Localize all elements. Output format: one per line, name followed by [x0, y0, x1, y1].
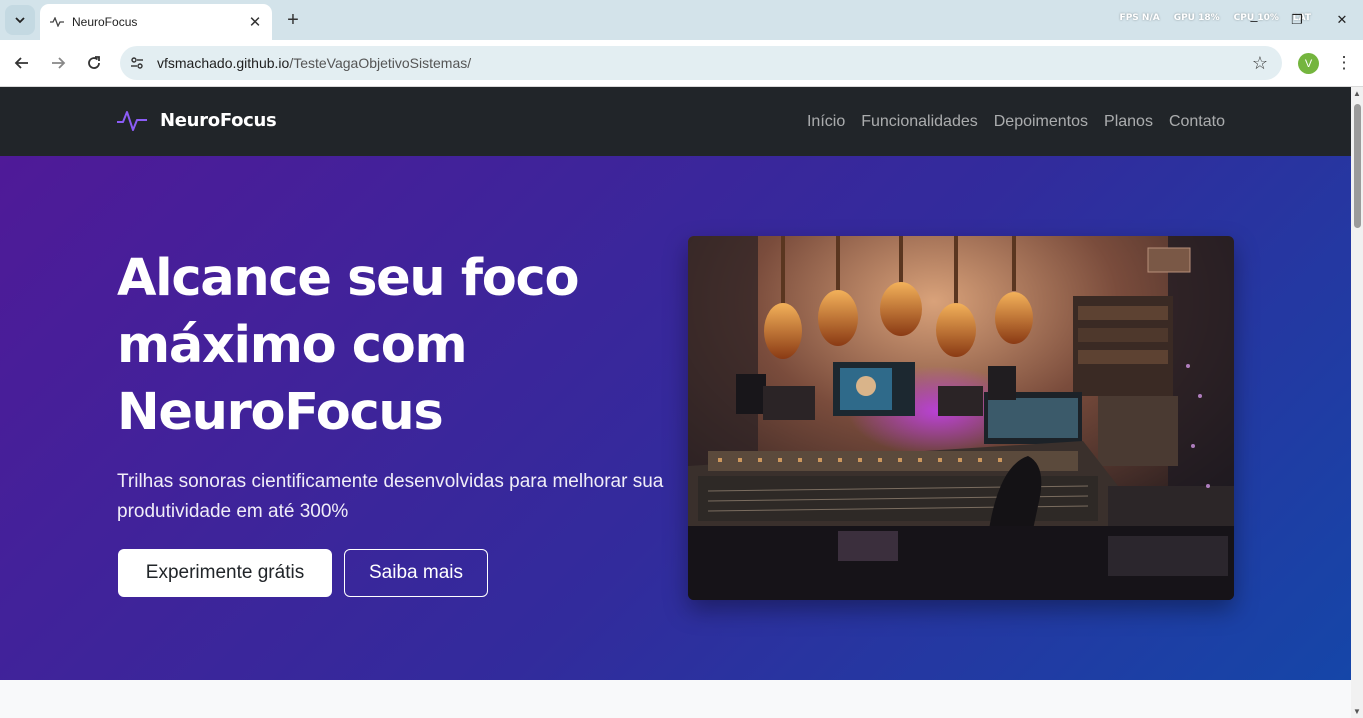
tab-title: NeuroFocus — [72, 15, 138, 29]
arrow-left-icon — [14, 57, 28, 69]
back-button[interactable] — [9, 50, 35, 76]
chevron-down-icon — [15, 17, 25, 24]
new-tab-button[interactable]: + — [280, 6, 306, 34]
nav-menu: Início Funcionalidades Depoimentos Plano… — [807, 113, 1225, 131]
site-info-icon[interactable] — [122, 48, 152, 78]
minimize-icon[interactable]: – — [1244, 10, 1264, 30]
page-scrollbar[interactable]: ▲ ▼ — [1351, 87, 1363, 718]
browser-menu-icon[interactable]: ⋮ — [1334, 52, 1354, 74]
url-path: /TesteVagaObjetivoSistemas/ — [289, 55, 472, 71]
browser-toolbar: vfsmachado.github.io/TesteVagaObjetivoSi… — [0, 40, 1363, 87]
nav-link-depoimentos[interactable]: Depoimentos — [994, 113, 1088, 131]
gpu-readout: GPU 18% — [1173, 13, 1220, 23]
nav-link-contato[interactable]: Contato — [1169, 113, 1225, 131]
profile-avatar[interactable]: V — [1298, 53, 1319, 74]
performance-overlay: FPS N/A GPU 18% CPU 10% LAT — [1120, 13, 1311, 23]
nav-link-inicio[interactable]: Início — [807, 113, 845, 131]
reload-button[interactable] — [81, 50, 107, 76]
pulse-icon — [50, 17, 64, 27]
nav-link-funcionalidades[interactable]: Funcionalidades — [861, 113, 978, 131]
site-navbar: NeuroFocus Início Funcionalidades Depoim… — [0, 87, 1351, 156]
hero-headline: Alcance seu foco máximo com NeuroFocus — [117, 249, 579, 442]
active-tab[interactable]: NeuroFocus ✕ — [40, 4, 272, 40]
hero-subtitle: Trilhas sonoras cientificamente desenvol… — [117, 471, 664, 522]
tab-strip: NeuroFocus ✕ + FPS N/A GPU 18% CPU 10% L… — [0, 0, 1363, 40]
next-section — [0, 680, 1351, 718]
arrow-right-icon — [52, 57, 66, 69]
close-window-icon[interactable]: ✕ — [1332, 10, 1352, 30]
brand-name: NeuroFocus — [160, 109, 277, 131]
close-tab-icon[interactable]: ✕ — [244, 11, 266, 33]
scroll-down-icon[interactable]: ▼ — [1353, 707, 1361, 716]
address-bar[interactable]: vfsmachado.github.io/TesteVagaObjetivoSi… — [120, 46, 1282, 80]
scroll-thumb[interactable] — [1354, 104, 1361, 228]
tab-search-button[interactable] — [5, 5, 35, 35]
learn-more-button[interactable]: Saiba mais — [344, 549, 488, 597]
brand-link[interactable]: NeuroFocus — [117, 109, 277, 131]
reload-icon — [88, 56, 100, 69]
scroll-up-icon[interactable]: ▲ — [1353, 89, 1361, 98]
nav-link-planos[interactable]: Planos — [1104, 113, 1153, 131]
url-text: vfsmachado.github.io/TesteVagaObjetivoSi… — [157, 55, 471, 71]
url-domain: vfsmachado.github.io — [157, 55, 290, 71]
restore-icon[interactable]: ❐ — [1287, 10, 1307, 30]
bookmark-star-icon[interactable]: ☆ — [1252, 53, 1268, 74]
hero-section: Alcance seu foco máximo com NeuroFocus T… — [0, 156, 1351, 680]
page-viewport: NeuroFocus Início Funcionalidades Depoim… — [0, 87, 1351, 718]
try-free-button[interactable]: Experimente grátis — [118, 549, 332, 597]
pulse-logo-icon — [117, 111, 147, 131]
forward-button[interactable] — [45, 50, 71, 76]
studio-hero-image — [688, 236, 1234, 600]
fps-readout: FPS N/A — [1119, 13, 1160, 23]
